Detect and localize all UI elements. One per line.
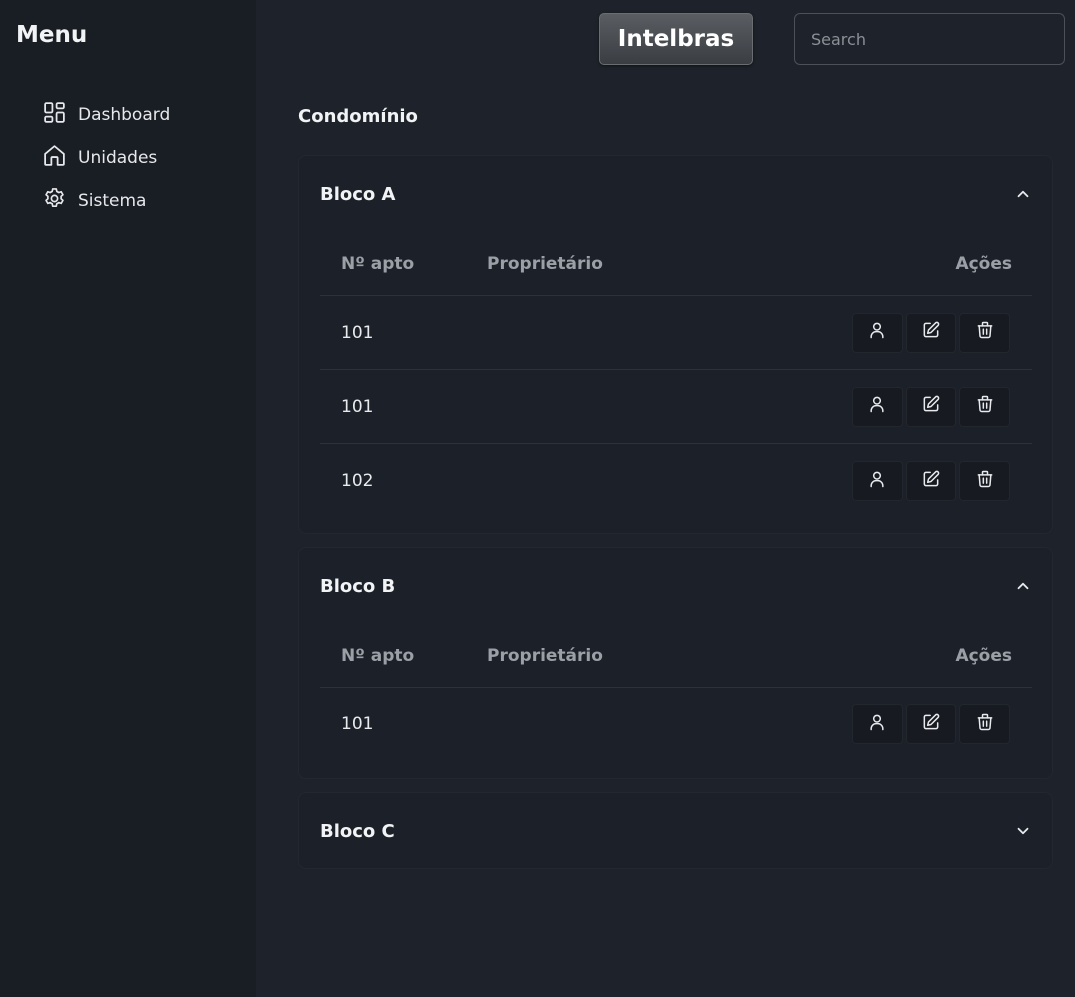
block-title: Bloco C — [320, 820, 395, 842]
user-icon — [867, 394, 887, 419]
sidebar-item-sistema[interactable]: Sistema — [42, 179, 170, 222]
delete-button[interactable] — [959, 704, 1010, 744]
brand-button[interactable]: Intelbras — [599, 13, 753, 65]
trash-icon — [975, 469, 995, 494]
dashboard-icon — [42, 100, 78, 130]
block-title: Bloco A — [320, 183, 396, 205]
delete-button[interactable] — [959, 461, 1010, 501]
column-actions: Ações — [955, 645, 1012, 666]
apt-number: 101 — [341, 396, 374, 417]
apt-number: 101 — [341, 322, 374, 343]
table-row: 101 — [320, 370, 1032, 444]
user-icon — [867, 712, 887, 737]
chevron-up-icon[interactable] — [1014, 577, 1032, 595]
row-actions — [851, 704, 1032, 744]
row-actions — [851, 461, 1032, 501]
column-owner: Proprietário — [487, 253, 603, 274]
delete-button[interactable] — [959, 386, 1010, 427]
units-table: Nº apto Proprietário Ações 101 101 102 — [320, 232, 1032, 518]
sidebar-item-dashboard[interactable]: Dashboard — [42, 93, 170, 136]
block-header-a[interactable]: Bloco A — [299, 156, 1052, 232]
edit-button[interactable] — [905, 386, 957, 427]
block-title: Bloco B — [320, 575, 396, 597]
apt-number: 102 — [341, 471, 374, 491]
trash-icon — [975, 320, 995, 345]
trash-icon — [975, 394, 995, 419]
chevron-up-icon[interactable] — [1014, 185, 1032, 203]
block-panel-a: Bloco A Nº apto Proprietário Ações 101 1… — [298, 155, 1053, 534]
table-row: 102 — [320, 444, 1032, 518]
edit-button[interactable] — [905, 312, 957, 353]
column-actions: Ações — [955, 253, 1012, 274]
row-actions — [851, 386, 1032, 427]
column-owner: Proprietário — [487, 645, 603, 666]
owner-button[interactable] — [851, 312, 903, 353]
units-table: Nº apto Proprietário Ações 101 — [320, 624, 1032, 760]
table-header: Nº apto Proprietário Ações — [320, 232, 1032, 296]
column-apt: Nº apto — [341, 253, 415, 274]
block-panel-c: Bloco C — [298, 792, 1053, 869]
edit-button[interactable] — [905, 704, 957, 744]
sidebar-item-unidades[interactable]: Unidades — [42, 136, 170, 179]
owner-button[interactable] — [851, 461, 903, 501]
table-row: 101 — [320, 688, 1032, 760]
page-title: Condomínio — [298, 106, 418, 127]
owner-button[interactable] — [851, 704, 903, 744]
home-icon — [42, 143, 78, 173]
block-panel-b: Bloco B Nº apto Proprietário Ações 101 — [298, 547, 1053, 779]
menu-title: Menu — [16, 22, 88, 48]
delete-button[interactable] — [959, 312, 1010, 353]
sidebar-item-label: Unidades — [78, 147, 158, 168]
edit-icon — [921, 712, 941, 737]
sidebar-item-label: Dashboard — [78, 104, 171, 125]
user-icon — [867, 320, 887, 345]
sidebar-nav: Dashboard Unidades Sistema — [42, 93, 170, 222]
gear-icon — [42, 186, 78, 216]
apt-number: 101 — [341, 714, 374, 734]
sidebar: Menu Dashboard Unidades Sistema — [0, 0, 256, 997]
table-row: 101 — [320, 296, 1032, 370]
row-actions — [851, 312, 1032, 353]
column-apt: Nº apto — [341, 645, 415, 666]
edit-icon — [921, 469, 941, 494]
chevron-down-icon[interactable] — [1014, 822, 1032, 840]
owner-button[interactable] — [851, 386, 903, 427]
table-header: Nº apto Proprietário Ações — [320, 624, 1032, 688]
block-header-c[interactable]: Bloco C — [299, 793, 1052, 869]
user-icon — [867, 469, 887, 494]
edit-button[interactable] — [905, 461, 957, 501]
trash-icon — [975, 712, 995, 737]
block-header-b[interactable]: Bloco B — [299, 548, 1052, 624]
search-input[interactable] — [794, 13, 1065, 65]
sidebar-item-label: Sistema — [78, 190, 147, 211]
edit-icon — [921, 320, 941, 345]
edit-icon — [921, 394, 941, 419]
